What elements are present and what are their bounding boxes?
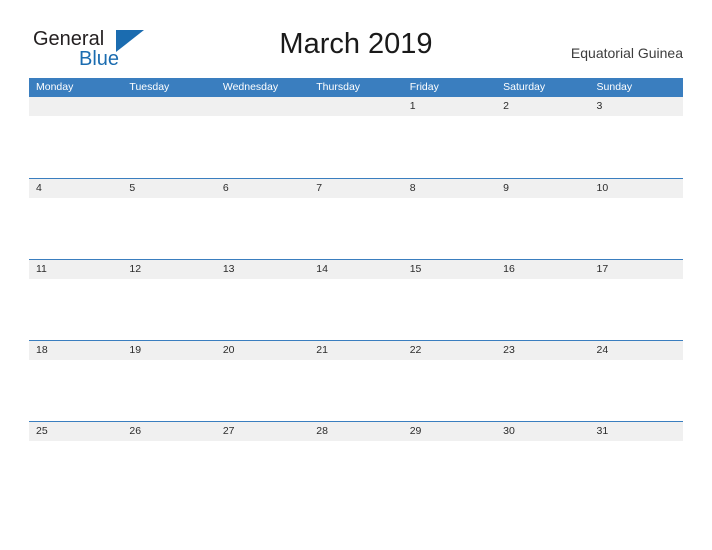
- day-number: 3: [589, 97, 683, 116]
- day-number: 7: [309, 178, 403, 198]
- calendar-grid: Monday Tuesday Wednesday Thursday Friday…: [29, 78, 683, 502]
- weekday-header-row: Monday Tuesday Wednesday Thursday Friday…: [29, 78, 683, 97]
- day-cell[interactable]: 4: [29, 178, 123, 259]
- day-number: 6: [215, 178, 310, 198]
- day-cell[interactable]: 21: [309, 340, 403, 421]
- day-cell[interactable]: 12: [122, 259, 216, 340]
- day-cell[interactable]: 25: [29, 421, 123, 502]
- day-number: [122, 97, 216, 116]
- day-cell[interactable]: [29, 97, 123, 178]
- day-cell[interactable]: 8: [402, 178, 497, 259]
- day-cell[interactable]: 17: [589, 259, 683, 340]
- country-label: Equatorial Guinea: [570, 45, 683, 61]
- day-cell[interactable]: 10: [589, 178, 683, 259]
- weekday-saturday: Saturday: [503, 81, 546, 93]
- day-cell[interactable]: 30: [496, 421, 590, 502]
- day-cell[interactable]: 11: [29, 259, 123, 340]
- day-cell[interactable]: [215, 97, 310, 178]
- day-number: 10: [589, 178, 683, 198]
- day-number: 30: [496, 421, 590, 441]
- day-number: 1: [402, 97, 497, 116]
- day-cell[interactable]: 2: [496, 97, 590, 178]
- day-cell[interactable]: 27: [215, 421, 310, 502]
- week-row: 1 2 3: [29, 97, 683, 178]
- day-number: 19: [122, 340, 216, 360]
- page-header: General Blue March 2019 Equatorial Guine…: [0, 0, 712, 78]
- weekday-tuesday: Tuesday: [129, 81, 170, 93]
- day-cell[interactable]: 9: [496, 178, 590, 259]
- day-cell[interactable]: 20: [215, 340, 310, 421]
- day-cell[interactable]: 15: [402, 259, 497, 340]
- day-number: 29: [402, 421, 497, 441]
- week-row: 25 26 27 28 29 30 31: [29, 421, 683, 502]
- weekday-sunday: Sunday: [596, 81, 633, 93]
- day-number: 20: [215, 340, 310, 360]
- day-cell[interactable]: 26: [122, 421, 216, 502]
- day-number: [215, 97, 310, 116]
- day-cell[interactable]: 13: [215, 259, 310, 340]
- weekday-monday: Monday: [36, 81, 74, 93]
- day-number: 26: [122, 421, 216, 441]
- day-number: 24: [589, 340, 683, 360]
- weekday-friday: Friday: [409, 81, 439, 93]
- day-number: 17: [589, 259, 683, 279]
- day-number: 16: [496, 259, 590, 279]
- day-number: 4: [29, 178, 123, 198]
- day-cell[interactable]: 24: [589, 340, 683, 421]
- week-row: 11 12 13 14 15 16 17: [29, 259, 683, 340]
- day-number: 22: [402, 340, 497, 360]
- day-cell[interactable]: [122, 97, 216, 178]
- day-number: 28: [309, 421, 403, 441]
- day-cell[interactable]: 22: [402, 340, 497, 421]
- week-row: 4 5 6 7 8 9 10: [29, 178, 683, 259]
- day-cell[interactable]: 3: [589, 97, 683, 178]
- day-number: 9: [496, 178, 590, 198]
- day-cell[interactable]: 19: [122, 340, 216, 421]
- day-number: 2: [496, 97, 590, 116]
- day-number: 27: [215, 421, 310, 441]
- day-number: [309, 97, 403, 116]
- day-number: 5: [122, 178, 216, 198]
- day-cell[interactable]: 7: [309, 178, 403, 259]
- weekday-wednesday: Wednesday: [222, 81, 279, 93]
- weekday-thursday: Thursday: [316, 81, 361, 93]
- calendar-page: General Blue March 2019 Equatorial Guine…: [0, 0, 712, 550]
- day-number: 18: [29, 340, 123, 360]
- day-number: 25: [29, 421, 123, 441]
- day-number: 8: [402, 178, 497, 198]
- week-row: 18 19 20 21 22 23 24: [29, 340, 683, 421]
- day-cell[interactable]: 28: [309, 421, 403, 502]
- day-cell[interactable]: 29: [402, 421, 497, 502]
- day-number: 23: [496, 340, 590, 360]
- day-number: 11: [29, 259, 123, 279]
- day-cell[interactable]: 23: [496, 340, 590, 421]
- day-number: 21: [309, 340, 403, 360]
- day-number: 15: [402, 259, 497, 279]
- day-cell[interactable]: 1: [402, 97, 497, 178]
- day-number: 14: [309, 259, 403, 279]
- day-number: [29, 97, 123, 116]
- day-cell[interactable]: [309, 97, 403, 178]
- day-number: 12: [122, 259, 216, 279]
- day-cell[interactable]: 31: [589, 421, 683, 502]
- day-cell[interactable]: 6: [215, 178, 310, 259]
- day-cell[interactable]: 5: [122, 178, 216, 259]
- day-cell[interactable]: 18: [29, 340, 123, 421]
- day-number: 31: [589, 421, 683, 441]
- day-cell[interactable]: 16: [496, 259, 590, 340]
- day-number: 13: [215, 259, 310, 279]
- day-cell[interactable]: 14: [309, 259, 403, 340]
